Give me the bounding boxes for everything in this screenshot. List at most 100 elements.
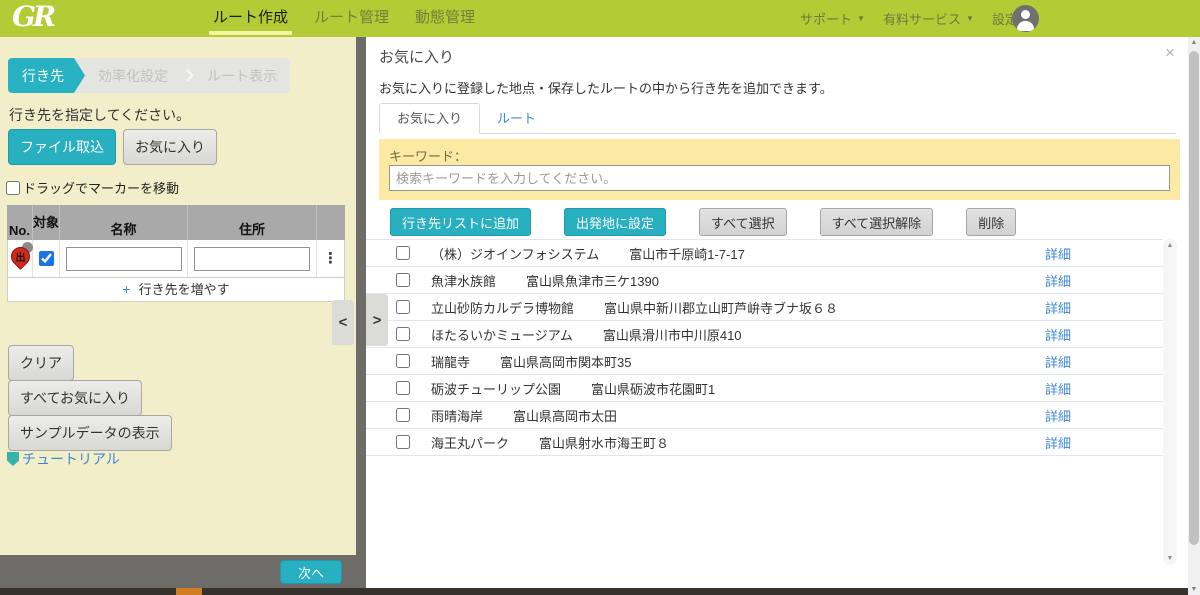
favorite-item-detail-link[interactable]: 詳細 [1045,352,1071,371]
favorite-item-address: 富山県魚津市三ケ1390 [526,271,659,290]
add-destination-button[interactable]: +行き先を増やす [7,278,345,302]
favorite-item-detail-link[interactable]: 詳細 [1045,244,1071,263]
col-header-address: 住所 [188,205,317,240]
tutorial-label: チュートリアル [22,449,120,469]
favorite-item-checkbox[interactable] [396,300,410,314]
favorite-item-detail-link[interactable]: 詳細 [1045,271,1071,290]
modal-tabs: お気に入り ルート [379,104,1176,134]
favorite-item-name: 海王丸パーク [431,433,509,452]
modal-action-button[interactable]: 削除 [966,208,1016,236]
sidebar-footer: 次へ [0,555,366,588]
page-scrollbar-thumb[interactable] [1189,51,1199,545]
favorite-item-name: ほたるいかミュージアム [431,325,573,344]
favorite-item-address: 富山県高岡市太田 [513,406,617,425]
clear-button[interactable]: クリア [8,345,74,381]
favorite-item-address: 富山県中新川郡立山町芦峅寺ブナ坂６８ [604,298,838,317]
file-import-button[interactable]: ファイル取込 [8,129,116,165]
modal-action-button[interactable]: すべて選択解除 [820,208,934,236]
utility-nav-item[interactable]: サポート ▼ [800,9,865,28]
sidebar-button-row: ファイル取込 お気に入り [8,129,217,165]
favorite-item-name: 雨晴海岸 [431,406,483,425]
favorite-item-detail-link[interactable]: 詳細 [1045,298,1071,317]
page-scroll-down-icon[interactable]: ▼ [1188,586,1200,593]
favorite-item-name: 砺波チューリップ公園 [431,379,561,398]
favorite-item-checkbox[interactable] [396,435,410,449]
scroll-up-icon[interactable]: ▲ [1163,242,1177,249]
favorite-item-checkbox[interactable] [396,408,410,422]
name-input[interactable] [66,247,182,271]
favorites-modal: お気に入り × お気に入りに登録した地点・保存したルートの中から行き先を追加でき… [366,37,1188,588]
row-actions-cell: ⋮ [317,240,344,277]
favorite-item-address: 富山県高岡市関本町35 [500,352,631,371]
favorite-list-item: 瑞龍寺 富山県高岡市関本町35 詳細 [366,348,1163,375]
all-favorites-button[interactable]: すべてお気に入り [8,380,142,416]
keyword-search-input[interactable] [389,165,1170,191]
main-nav: ルート作成 ルート管理 動態管理 [200,0,488,37]
favorite-item-checkbox[interactable] [396,354,410,368]
bottom-bar [0,588,1200,595]
page-scrollbar[interactable]: ▲ ▼ [1188,37,1200,595]
favorite-item-name: 魚津水族館 [431,271,496,290]
drag-marker-option: ドラッグでマーカーを移動 [6,178,179,197]
col-header-target: 対象 [33,205,60,240]
favorite-item-checkbox[interactable] [396,273,410,287]
favorite-item-checkbox[interactable] [396,381,410,395]
row-target-cell [33,240,60,277]
favorite-list-item: 魚津水族館 富山県魚津市三ケ1390 詳細 [366,267,1163,294]
collapse-sidebar-handle[interactable]: < [332,300,354,345]
favorite-item-address: 富山県砺波市花園町1 [591,379,715,398]
utility-nav-item[interactable]: 有料サービス ▼ [883,9,974,28]
favorite-item-address: 富山市千原崎1-7-17 [629,244,745,263]
nav-item[interactable]: ルート作成 [200,0,301,37]
favorite-item-detail-link[interactable]: 詳細 [1045,325,1071,344]
modal-action-button[interactable]: 出発地に設定 [564,208,666,236]
tutorial-link[interactable]: チュートリアル [7,449,120,469]
expand-panel-handle[interactable]: > [366,294,388,346]
modal-tab[interactable]: ルート [480,104,553,133]
next-button[interactable]: 次へ [280,560,342,584]
close-icon[interactable]: × [1165,44,1175,61]
keyword-panel: キーワード： [379,139,1180,200]
nav-item[interactable]: 動態管理 [402,0,488,37]
wizard-step[interactable]: 行き先 [8,58,85,93]
utility-nav-label: 有料サービス [883,9,961,28]
modal-tab[interactable]: お気に入り [379,103,480,134]
departure-pin-icon[interactable]: 出 [9,242,33,276]
user-avatar-icon[interactable] [1012,5,1039,32]
drag-marker-checkbox[interactable] [6,181,20,195]
keyword-label: キーワード： [389,146,467,165]
favorite-item-checkbox[interactable] [396,327,410,341]
sample-data-button[interactable]: サンプルデータの表示 [8,415,172,451]
modal-action-button[interactable]: すべて選択 [699,208,787,236]
bottom-bar-orange-segment [176,588,202,595]
scroll-down-icon[interactable]: ▼ [1163,555,1177,562]
address-input[interactable] [194,247,310,271]
modal-title: お気に入り [379,46,454,67]
add-destination-label: 行き先を増やす [139,282,230,297]
col-header-actions [317,205,345,240]
favorite-item-detail-link[interactable]: 詳細 [1045,433,1071,452]
favorite-item-detail-link[interactable]: 詳細 [1045,406,1071,425]
modal-action-button[interactable]: 行き先リストに追加 [390,208,531,236]
favorite-item-detail-link[interactable]: 詳細 [1045,379,1071,398]
favorites-button[interactable]: お気に入り [123,129,217,165]
kebab-menu-icon[interactable]: ⋮ [323,253,338,265]
destination-row: 出 ⋮ [7,240,345,278]
row-name-cell [60,240,188,277]
col-header-name: 名称 [60,205,188,240]
favorite-list-item: （株）ジオインフォシステム 富山市千原崎1-7-17 詳細 [366,240,1163,267]
favorite-item-name: 瑞龍寺 [431,352,470,371]
list-scrollbar[interactable]: ▲ ▼ [1163,239,1177,565]
chevron-right-icon: > [373,312,382,329]
wizard-step[interactable]: 効率化設定 [85,58,181,93]
nav-item[interactable]: ルート管理 [301,0,402,37]
favorite-item-checkbox[interactable] [396,246,410,260]
utility-nav-label: サポート [800,9,852,28]
page-scroll-up-icon[interactable]: ▲ [1188,39,1200,46]
wizard-step[interactable]: ルート表示 [194,58,290,93]
row-target-checkbox[interactable] [39,251,54,266]
gr-logo[interactable]: GR [12,0,53,33]
row-address-cell [188,240,317,277]
chevron-down-icon: ▼ [966,14,974,23]
favorite-list-item: 雨晴海岸 富山県高岡市太田 詳細 [366,402,1163,429]
